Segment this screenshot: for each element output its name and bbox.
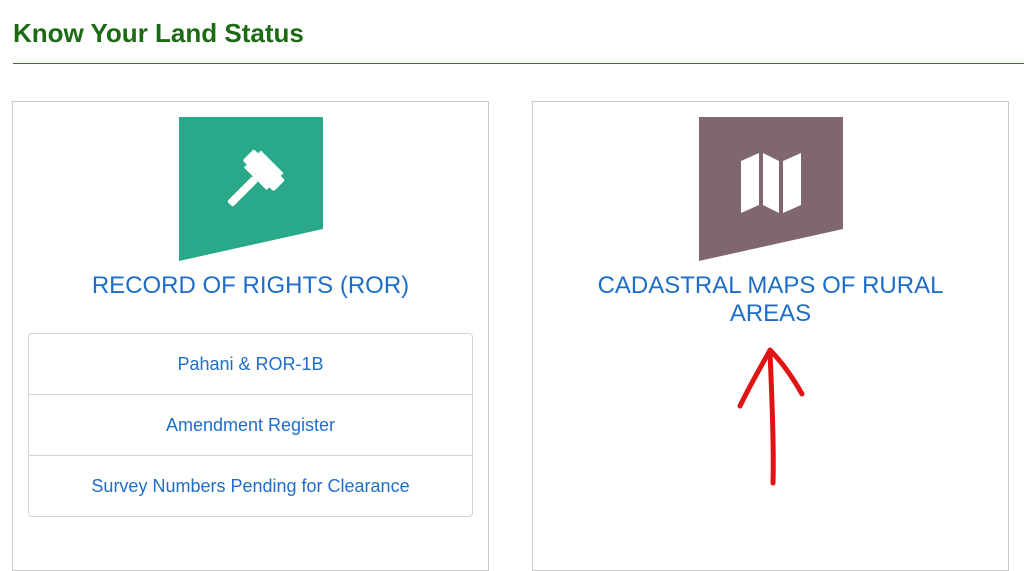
gavel-icon[interactable] [178, 117, 323, 261]
card-cadastral-maps: CADASTRAL MAPS OF RURAL AREAS [532, 101, 1009, 571]
amendment-register-link[interactable]: Amendment Register [29, 395, 472, 456]
map-icon[interactable] [698, 117, 843, 261]
page-title: Know Your Land Status [13, 18, 304, 48]
ror-title-link[interactable]: RECORD OF RIGHTS (ROR) [13, 272, 488, 300]
annotation-arrow-icon [737, 347, 805, 486]
pahani-ror-1b-link[interactable]: Pahani & ROR-1B [29, 334, 472, 395]
card-record-of-rights: RECORD OF RIGHTS (ROR) Pahani & ROR-1B A… [12, 101, 489, 571]
survey-numbers-pending-link[interactable]: Survey Numbers Pending for Clearance [29, 456, 472, 516]
title-divider [13, 63, 1024, 64]
ror-link-list: Pahani & ROR-1B Amendment Register Surve… [28, 333, 473, 517]
cadastral-maps-title-link[interactable]: CADASTRAL MAPS OF RURAL AREAS [533, 272, 1008, 328]
